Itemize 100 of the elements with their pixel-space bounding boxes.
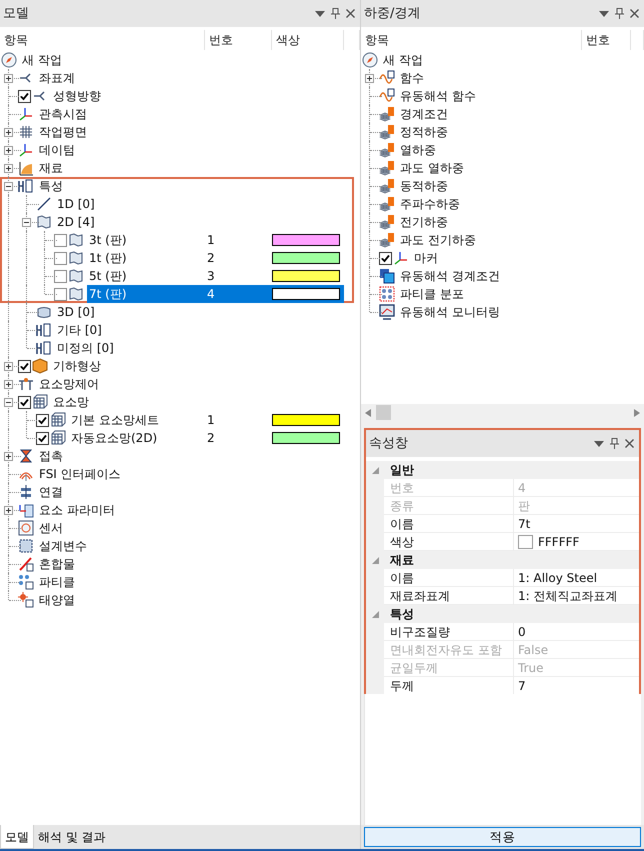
tree-item[interactable]: 자동요소망(2D) 2 [69, 429, 344, 447]
tree-item[interactable]: 관측시점 [37, 105, 344, 123]
property-value[interactable]: FFFFFF [538, 532, 580, 550]
panel-title: 속성창 [369, 434, 408, 453]
tree-item[interactable]: 동적하중 [398, 177, 566, 195]
tree-item[interactable]: 전기하중 [398, 213, 566, 231]
expand-toggle[interactable] [22, 218, 31, 227]
tree-item[interactable]: 1t (판) 2 [87, 249, 344, 267]
column-header[interactable]: 항목 [365, 33, 389, 47]
compass-icon [1, 52, 17, 68]
tree-item[interactable]: 정적하중 [398, 123, 566, 141]
tree-item[interactable]: 요소망제어 [37, 375, 344, 393]
tree-item[interactable]: 1D [0] [55, 195, 344, 213]
checkbox[interactable] [18, 396, 31, 408]
bottom-tab[interactable]: 모델 [0, 825, 34, 849]
tree-item[interactable]: 새 작업 [20, 51, 64, 69]
checkbox[interactable] [36, 414, 49, 426]
close-icon[interactable] [346, 9, 355, 18]
expand-toggle[interactable] [4, 74, 13, 83]
tree-item[interactable]: 특성 [37, 177, 344, 195]
tree-item[interactable]: 데이텀 [37, 141, 344, 159]
bottom-tab[interactable]: 해석 및 결과 [34, 825, 110, 849]
property-value[interactable]: 1: 전체직교좌표계 [518, 586, 618, 604]
tree-item[interactable]: 연결 [37, 483, 344, 501]
expand-toggle[interactable] [4, 164, 13, 173]
checkbox[interactable] [54, 270, 67, 282]
tree-item[interactable]: 기타 [0] [55, 321, 344, 339]
close-icon[interactable] [630, 9, 639, 18]
property-value[interactable]: 0 [518, 622, 526, 640]
tree-item[interactable]: 7t (판) 4 [87, 285, 344, 303]
tree-item[interactable]: 설계변수 [37, 537, 344, 555]
tree-item[interactable]: 유동해석 함수 [398, 87, 566, 105]
tree-item[interactable]: 2D [4] [55, 213, 344, 231]
pin-icon[interactable] [331, 8, 340, 19]
tree-item[interactable]: 좌표계 [37, 69, 344, 87]
expand-toggle[interactable] [4, 380, 13, 389]
scroll-thumb[interactable] [376, 405, 391, 420]
checkbox[interactable] [54, 234, 67, 246]
tree-item[interactable]: 3D [0] [55, 303, 344, 321]
expand-toggle[interactable] [4, 452, 13, 461]
tree-item[interactable]: 센서 [37, 519, 344, 537]
checkbox[interactable] [18, 90, 31, 102]
tree-item[interactable]: 경계조건 [398, 105, 566, 123]
expand-toggle[interactable] [4, 506, 13, 515]
tree-item[interactable]: 기하형상 [51, 357, 344, 375]
tree-item[interactable]: 유동해석 모니터링 [398, 303, 566, 321]
dropdown-icon[interactable] [599, 10, 609, 16]
column-header[interactable]: 색상 [276, 33, 300, 47]
tree-item[interactable]: 재료 [37, 159, 344, 177]
tree-item[interactable]: 파티클 분포 [398, 285, 566, 303]
column-header[interactable]: 번호 [586, 33, 610, 47]
checkbox[interactable] [36, 432, 49, 444]
tree-item[interactable]: 접촉 [37, 447, 344, 465]
expand-toggle[interactable] [4, 362, 13, 371]
property-name: 이름 [390, 571, 414, 585]
scroll-right-icon[interactable] [634, 408, 640, 416]
scroll-left-icon[interactable] [365, 408, 371, 416]
checkbox[interactable] [379, 252, 392, 264]
tree-item[interactable]: 성형방향 [51, 87, 344, 105]
property-value[interactable]: 7 [518, 676, 526, 694]
tree-item[interactable]: 열하중 [398, 141, 566, 159]
tree-item[interactable]: 5t (판) 3 [87, 267, 344, 285]
property-name: 이름 [390, 517, 414, 531]
dropdown-icon[interactable] [594, 440, 604, 446]
horizontal-scrollbar[interactable] [361, 404, 644, 421]
tree-item[interactable]: 새 작업 [381, 51, 425, 69]
tree-item[interactable]: 요소 파라미터 [37, 501, 344, 519]
checkbox[interactable] [18, 360, 31, 372]
tree-item[interactable]: 혼합물 [37, 555, 344, 573]
pin-icon[interactable] [615, 8, 624, 19]
column-header[interactable]: 항목 [4, 33, 28, 47]
apply-button[interactable]: 적용 [364, 827, 641, 847]
tree-item[interactable]: 파티클 [37, 573, 344, 591]
property-value[interactable]: 1: Alloy Steel [518, 568, 598, 586]
tree-item[interactable]: 요소망 [51, 393, 344, 411]
expand-toggle[interactable] [4, 146, 13, 155]
tree-item[interactable]: 기본 요소망세트 1 [69, 411, 344, 429]
property-value[interactable]: 7t [518, 514, 530, 532]
expand-toggle[interactable] [4, 128, 13, 137]
tree-item[interactable]: 3t (판) 1 [87, 231, 344, 249]
tree-item[interactable]: 주파수하중 [398, 195, 566, 213]
tree-item[interactable]: FSI 인터페이스 [37, 465, 344, 483]
checkbox[interactable] [54, 288, 67, 300]
checkbox[interactable] [54, 252, 67, 264]
expand-toggle[interactable] [365, 74, 374, 83]
tree-item[interactable]: 함수 [398, 69, 566, 87]
tree-item[interactable]: 작업평면 [37, 123, 344, 141]
column-header[interactable]: 번호 [209, 33, 233, 47]
expand-toggle[interactable] [4, 182, 13, 191]
tree-item[interactable]: 과도 열하중 [398, 159, 566, 177]
dropdown-icon[interactable] [315, 10, 325, 16]
tree-item[interactable]: 태양열 [37, 591, 344, 609]
expand-toggle[interactable] [4, 398, 13, 407]
tree-item[interactable]: 과도 전기하중 [398, 231, 566, 249]
close-icon[interactable] [625, 439, 634, 448]
tree-item[interactable]: 미정의 [0] [55, 339, 344, 357]
layers-icon [379, 106, 395, 122]
pin-icon[interactable] [610, 438, 619, 449]
tree-item[interactable]: 마커 [412, 249, 566, 267]
tree-item[interactable]: 유동해석 경계조건 [398, 267, 566, 285]
